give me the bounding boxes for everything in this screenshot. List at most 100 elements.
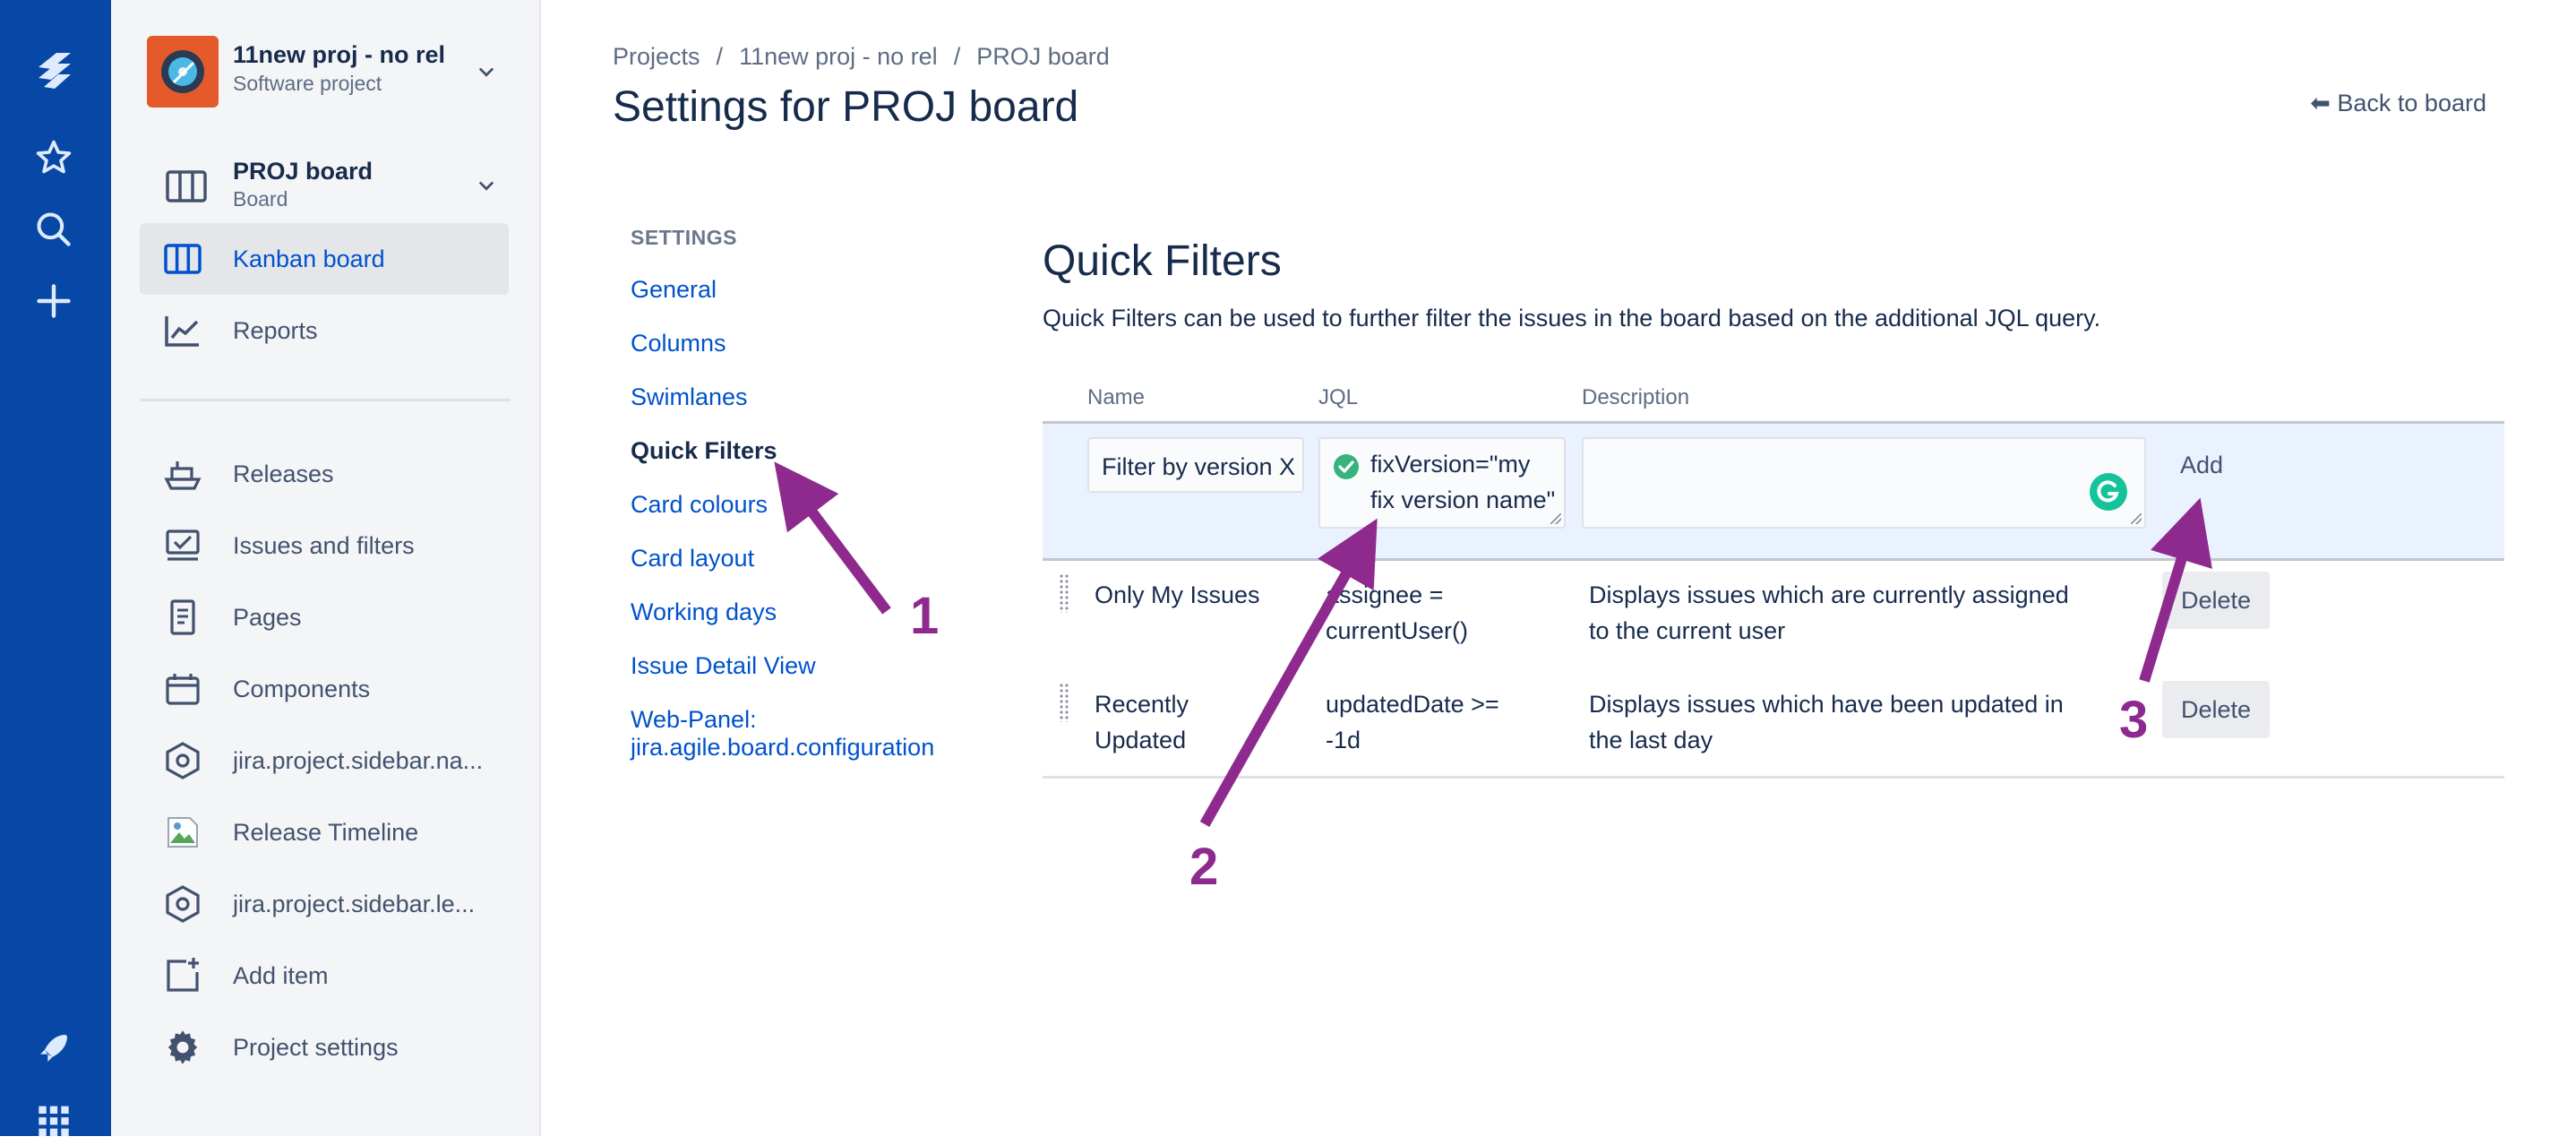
back-link-label: Back to board — [2337, 90, 2486, 116]
add-button[interactable]: Add — [2159, 437, 2245, 493]
sidebar-item-label: Releases — [233, 460, 334, 487]
sidebar-item-releases[interactable]: Releases — [140, 438, 509, 510]
ship-icon — [163, 454, 202, 494]
sidebar-item-project-settings[interactable]: Project settings — [140, 1012, 509, 1083]
jira-logo-icon[interactable] — [27, 43, 81, 97]
search-icon[interactable] — [27, 202, 81, 256]
annotation-number-1: 1 — [910, 587, 940, 645]
filter-name: Recently Updated — [1095, 686, 1189, 758]
plus-icon[interactable] — [27, 274, 81, 328]
kanban-board-icon — [163, 239, 202, 279]
filter-description-line: to the current user — [1589, 617, 1786, 644]
sidebar-item-components[interactable]: Components — [140, 653, 509, 725]
global-nav-rail — [0, 0, 111, 1136]
sidebar-item-issues-and-filters[interactable]: Issues and filters — [140, 510, 509, 581]
issues-icon — [163, 526, 202, 565]
delete-button[interactable]: Delete — [2162, 681, 2270, 738]
settings-nav-card-colours[interactable]: Card colours — [631, 491, 768, 519]
settings-nav-columns[interactable]: Columns — [631, 330, 726, 357]
filter-description: Displays issues which are currently assi… — [1589, 577, 2069, 649]
filter-jql-line: currentUser() — [1326, 617, 1469, 644]
project-name[interactable]: 11new proj - no rel — [233, 41, 445, 69]
column-header-name: Name — [1087, 385, 1146, 409]
grammarly-icon[interactable] — [2089, 472, 2128, 518]
chevron-down-icon[interactable] — [477, 63, 496, 82]
page-title: Settings for PROJ board — [613, 83, 1079, 131]
sidebar-item-jira-project-sidebar-na[interactable]: jira.project.sidebar.na... — [140, 725, 509, 796]
sidebar-divider — [140, 399, 511, 401]
filter-jql-line: assignee = — [1326, 581, 1444, 608]
sidebar-item-pages[interactable]: Pages — [140, 581, 509, 653]
add-item-icon — [163, 956, 202, 995]
board-name[interactable]: PROJ board — [233, 158, 373, 185]
chevron-down-icon[interactable] — [477, 176, 496, 196]
breadcrumb-projects[interactable]: Projects — [613, 43, 700, 70]
board-type: Board — [233, 187, 288, 211]
star-icon[interactable] — [27, 131, 81, 185]
filter-name-input[interactable]: Filter by version X — [1087, 437, 1304, 493]
settings-nav-web-panel-line2: jira.agile.board.configuration — [631, 734, 935, 761]
sidebar-item-label: Add item — [233, 961, 329, 989]
settings-nav-quick-filters[interactable]: Quick Filters — [631, 437, 777, 465]
drag-handle-icon[interactable] — [1059, 683, 1069, 722]
jql-input[interactable]: fixVersion="my fix version name" — [1318, 437, 1566, 529]
gear-icon — [163, 1028, 202, 1067]
resize-handle[interactable] — [1550, 513, 1561, 524]
filter-jql: assignee = currentUser() — [1326, 577, 1468, 649]
filter-description: Displays issues which have been updated … — [1589, 686, 2064, 758]
hexagon-icon — [163, 741, 202, 780]
filter-name-value: Filter by version X — [1102, 453, 1296, 480]
sidebar-item-add-item[interactable]: Add item — [140, 940, 509, 1012]
annotation-arrow-1 — [774, 461, 891, 615]
sidebar-item-release-timeline[interactable]: Release Timeline — [140, 796, 509, 868]
reports-chart-icon — [163, 311, 202, 350]
sidebar-item-label: Pages — [233, 603, 302, 631]
resize-handle[interactable] — [2131, 513, 2142, 524]
sidebar-item-label: Release Timeline — [233, 818, 419, 846]
filter-description-line: Displays issues which are currently assi… — [1589, 581, 2069, 608]
settings-nav-general[interactable]: General — [631, 276, 717, 304]
description-input[interactable] — [1582, 437, 2146, 529]
app-grid-icon[interactable] — [27, 1091, 81, 1145]
annotation-number-2: 2 — [1189, 838, 1219, 896]
table-bottom-border — [1043, 776, 2504, 779]
sidebar-item-label: Reports — [233, 316, 318, 344]
filter-name-line: Recently — [1095, 691, 1189, 718]
breadcrumb: Projects / 11new proj - no rel / PROJ board — [613, 43, 1110, 71]
settings-nav-working-days[interactable]: Working days — [631, 598, 777, 626]
page-icon — [163, 598, 202, 637]
filter-description-line: the last day — [1589, 727, 1713, 753]
filter-name: Only My Issues — [1095, 581, 1260, 608]
sidebar-item-jira-project-sidebar-le[interactable]: jira.project.sidebar.le... — [140, 868, 509, 940]
back-to-board-link[interactable]: ⬅ Back to board — [2310, 90, 2486, 117]
settings-nav-web-panel[interactable]: Web-Panel: jira.agile.board.configuratio… — [631, 706, 934, 762]
breadcrumb-separator: / — [716, 43, 724, 70]
check-circle-icon — [1333, 453, 1360, 490]
broken-image-icon — [163, 813, 202, 852]
sidebar-item-label: jira.project.sidebar.na... — [233, 746, 484, 774]
settings-nav-card-layout[interactable]: Card layout — [631, 545, 754, 572]
sidebar-item-kanban-board[interactable]: Kanban board — [140, 223, 509, 295]
sidebar-item-label: Kanban board — [233, 245, 385, 272]
project-avatar[interactable] — [147, 36, 219, 108]
jql-line-2: fix version name" — [1370, 486, 1556, 513]
sidebar-item-label: Issues and filters — [233, 531, 415, 559]
breadcrumb-board[interactable]: PROJ board — [976, 43, 1110, 70]
sidebar-item-label: Project settings — [233, 1033, 399, 1061]
column-header-description: Description — [1582, 385, 1690, 409]
sidebar-item-reports[interactable]: Reports — [140, 295, 509, 366]
drag-handle-icon[interactable] — [1059, 573, 1069, 613]
delete-button[interactable]: Delete — [2162, 572, 2270, 629]
rocket-icon[interactable] — [27, 1021, 81, 1075]
settings-nav-web-panel-line1: Web-Panel: — [631, 706, 757, 733]
component-icon — [163, 669, 202, 709]
annotation-number-3: 3 — [2119, 691, 2149, 749]
filter-jql: updatedDate >= -1d — [1326, 686, 1499, 758]
settings-nav-swimlanes[interactable]: Swimlanes — [631, 383, 748, 411]
breadcrumb-project[interactable]: 11new proj - no rel — [739, 43, 938, 70]
project-type: Software project — [233, 72, 382, 95]
section-title: Quick Filters — [1043, 237, 1282, 285]
sidebar-item-label: Components — [233, 675, 371, 702]
settings-nav-issue-detail-view[interactable]: Issue Detail View — [631, 652, 816, 680]
breadcrumb-separator: / — [953, 43, 961, 70]
